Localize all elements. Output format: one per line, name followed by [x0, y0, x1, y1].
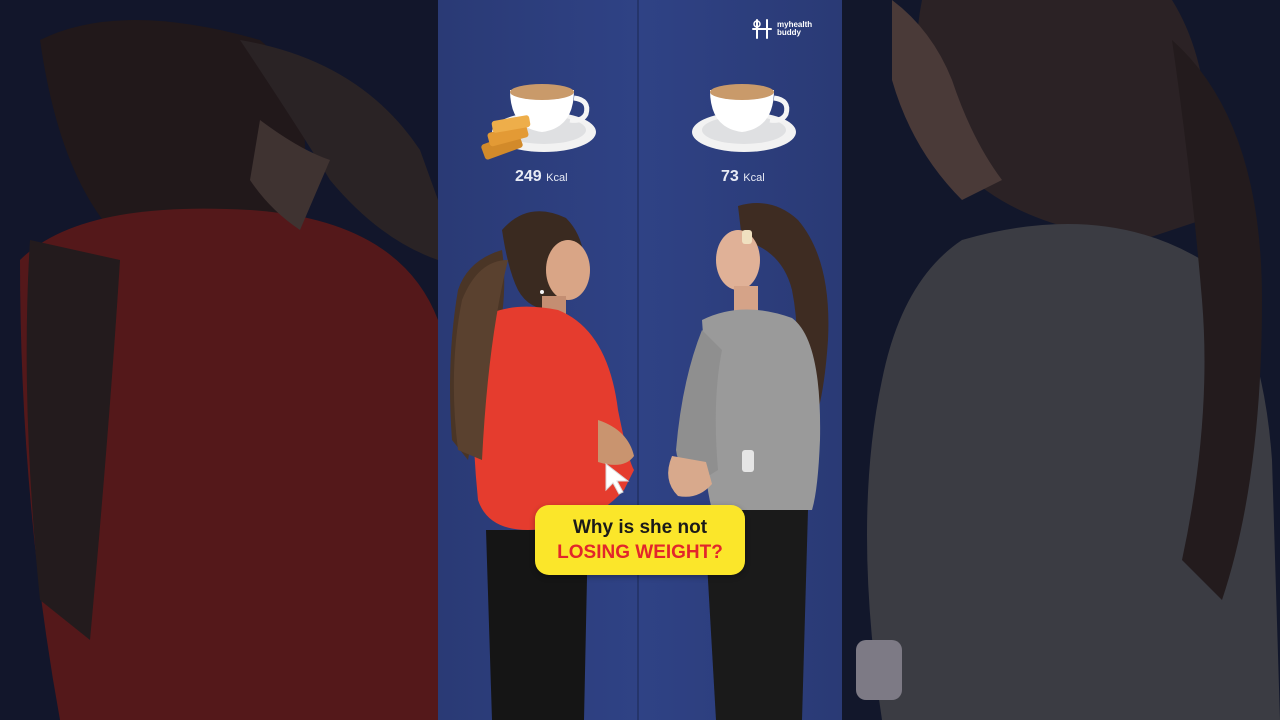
- right-food-items: [692, 84, 796, 152]
- left-kcal-unit: Kcal: [546, 172, 568, 184]
- woman-red-sweater: [450, 211, 634, 720]
- blurred-left-background: [0, 0, 438, 720]
- caption-line-1: Why is she not: [572, 517, 708, 538]
- brand-logo-text: myhealth buddy: [777, 20, 813, 37]
- left-food-items: [481, 84, 596, 160]
- center-video-panel: myhealth buddy 249 Kcal 73 Kcal: [438, 0, 842, 720]
- caption-line-2: LOSING WEIGHT?: [557, 542, 723, 563]
- blurred-right-background: [842, 0, 1280, 720]
- rusk-icon: [481, 115, 531, 160]
- left-kcal-value: 249: [515, 168, 542, 185]
- left-calorie-label: 249 Kcal: [515, 168, 568, 186]
- cursor-pointer-icon: [605, 462, 630, 495]
- woman-grey-sweater: [668, 203, 829, 720]
- video-frame: myhealth buddy 249 Kcal 73 Kcal Why is s…: [0, 0, 1280, 720]
- stylized-h-icon: [752, 19, 772, 39]
- right-calorie-label: 73 Kcal: [721, 168, 765, 186]
- caption-box: Why is she not LOSING WEIGHT?: [535, 505, 745, 575]
- blurred-woman-red-sweater: [0, 0, 438, 720]
- brand-logo: myhealth buddy: [751, 18, 821, 40]
- right-kcal-unit: Kcal: [743, 172, 765, 184]
- tea-cup-icon: [692, 84, 796, 152]
- right-kcal-value: 73: [721, 168, 739, 185]
- blurred-woman-grey-sweater: [842, 0, 1280, 720]
